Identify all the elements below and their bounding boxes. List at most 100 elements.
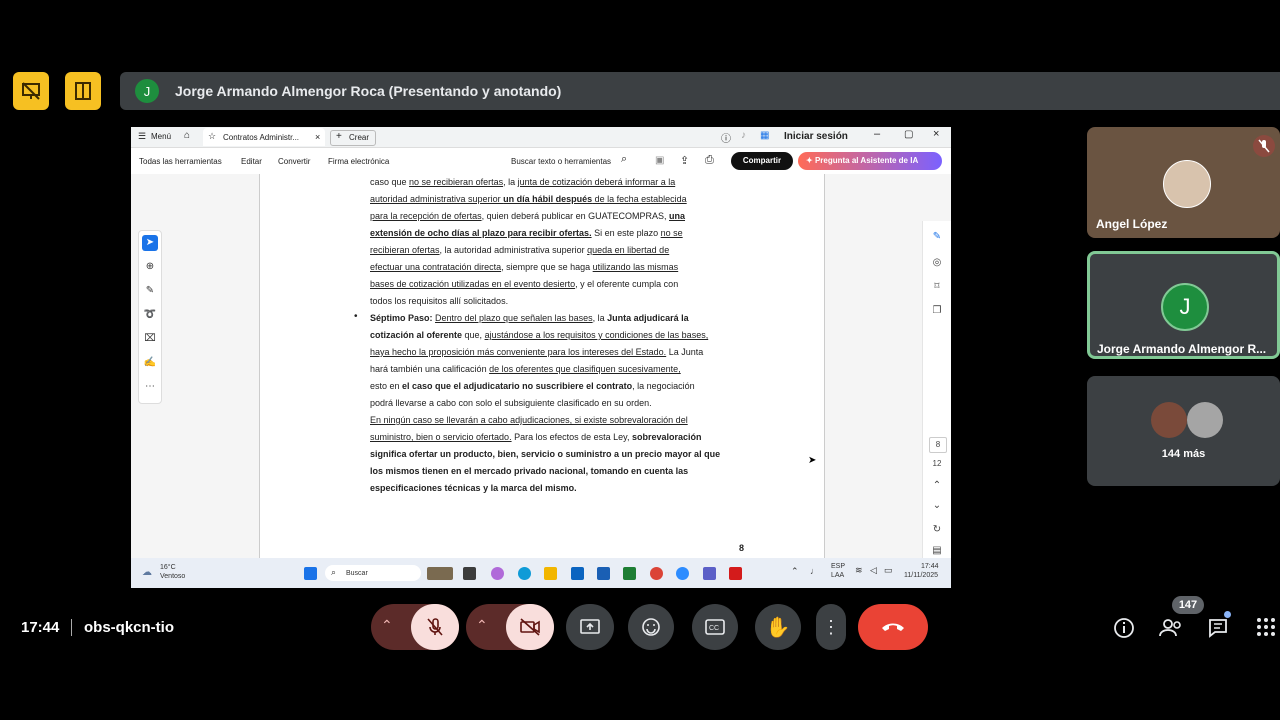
layout-icon-button[interactable] [65, 72, 101, 110]
edit-doc-icon[interactable]: ✎ [929, 230, 945, 244]
camera-toggle-button[interactable] [506, 604, 554, 650]
pages-icon[interactable]: ❐ [929, 304, 945, 318]
weather-icon: ☁ [142, 567, 152, 578]
search-icon[interactable]: ⌕ [621, 153, 627, 166]
acrobat-icon[interactable] [729, 567, 742, 580]
help-icon[interactable]: ⓘ [721, 130, 731, 145]
wifi-icon[interactable]: ≋ [855, 565, 863, 576]
weather-desc[interactable]: Ventoso [160, 573, 185, 580]
meeting-info-button[interactable] [1113, 617, 1135, 644]
bell-icon[interactable]: ♪ [741, 130, 746, 141]
chevron-up-icon[interactable]: ⌃ [929, 479, 945, 493]
text-select-icon[interactable]: ⌧ [142, 331, 158, 347]
apps-grid-icon[interactable]: ▦ [760, 130, 769, 141]
ai-assistant-button[interactable]: ✦ Pregunta al Asistente de IA [798, 152, 942, 170]
save-icon[interactable]: ▣ [655, 155, 664, 166]
refresh-icon[interactable]: ↻ [929, 523, 945, 537]
mail-icon[interactable] [597, 567, 610, 580]
presentation-off-icon [22, 82, 40, 100]
lasso-icon[interactable]: ➰ [142, 307, 158, 323]
people-button[interactable] [1158, 617, 1184, 644]
tab-document[interactable]: ☆ Contratos Administr... × [203, 128, 325, 146]
chrome-icon[interactable] [650, 567, 663, 580]
doc-text-run: Para los efectos de esta Ley, [511, 432, 632, 442]
search-tools-label[interactable]: Buscar texto o herramientas [511, 157, 611, 166]
info-icon [1114, 618, 1134, 638]
reactions-button[interactable] [628, 604, 674, 650]
doc-text-run: , la negociación [632, 381, 695, 391]
outlook-icon[interactable] [571, 567, 584, 580]
participant-tile-angel[interactable]: Angel López [1087, 127, 1280, 238]
page-current[interactable]: 8 [929, 437, 947, 453]
tool-convert[interactable]: Convertir [278, 157, 310, 166]
home-icon[interactable]: ⌂ [184, 130, 190, 141]
camera-options-chevron-icon[interactable]: ⌃ [476, 617, 488, 634]
leave-call-button[interactable] [858, 604, 928, 650]
no-present-icon-button[interactable] [13, 72, 49, 110]
share-button[interactable]: Compartir [731, 152, 793, 170]
task-view-icon[interactable] [463, 567, 476, 580]
tray-chevron-icon[interactable]: ⌃ [791, 566, 799, 577]
tool-all-tools[interactable]: Todas las herramientas [139, 157, 222, 166]
weather-temp[interactable]: 16°C [160, 564, 176, 571]
comment-icon[interactable]: ⊕ [142, 259, 158, 275]
pen-icon[interactable]: ✎ [142, 283, 158, 299]
close-tab-icon[interactable]: × [315, 132, 320, 142]
present-screen-button[interactable] [566, 604, 614, 650]
more-vert-icon: ⋮ [822, 616, 840, 637]
mic-tray-icon[interactable]: ♩ [810, 566, 819, 576]
meeting-time: 17:44 [21, 619, 60, 636]
fill-sign-icon[interactable]: ✍ [142, 355, 158, 371]
doc-text-line: hará también una calificación de los ofe… [370, 364, 744, 375]
volume-icon[interactable]: ◁ [870, 565, 877, 576]
upload-icon[interactable]: ⇪ [680, 154, 689, 167]
signin-link[interactable]: Iniciar sesión [784, 131, 848, 142]
doc-info-icon[interactable]: ▤ [929, 544, 945, 558]
doc-text-run: junta de cotización deberá informar a la [517, 177, 676, 187]
document-viewport[interactable]: caso que no se recibieran ofertas, la ju… [131, 174, 951, 588]
clock-time[interactable]: 17:44 [921, 563, 939, 570]
comment-rail-icon[interactable]: ◎ [929, 256, 945, 270]
maximize-icon[interactable]: ▢ [904, 129, 913, 140]
battery-icon[interactable]: ▭ [884, 565, 893, 576]
taskbar-search-label: Buscar [346, 570, 368, 577]
close-window-icon[interactable]: × [933, 128, 939, 140]
print-icon[interactable]: ⎙ [705, 154, 714, 167]
captions-button[interactable]: CC [692, 604, 738, 650]
mic-toggle-button[interactable] [411, 604, 459, 650]
teams-icon[interactable] [703, 567, 716, 580]
plus-icon: + [336, 131, 342, 142]
file-explorer-icon[interactable] [544, 567, 557, 580]
select-cursor-icon[interactable]: ➤ [142, 235, 158, 251]
participant-tile-jorge[interactable]: J Jorge Armando Almengor R... [1087, 251, 1280, 359]
activities-button[interactable] [1256, 617, 1276, 642]
zoom-app-icon[interactable] [676, 567, 689, 580]
edge-icon[interactable] [518, 567, 531, 580]
taskbar-search[interactable]: ⌕ Buscar [325, 565, 421, 581]
windows-start-icon[interactable] [304, 567, 317, 580]
more-options-button[interactable]: ⋮ [816, 604, 846, 650]
star-icon[interactable]: ☆ [208, 131, 216, 142]
hamburger-icon[interactable]: ☰ [138, 131, 146, 142]
minimize-icon[interactable]: – [874, 128, 880, 140]
chat-button[interactable] [1207, 617, 1231, 644]
widget-icon[interactable] [427, 567, 453, 580]
new-tab-button[interactable]: + Crear [330, 130, 376, 146]
chevron-down-icon[interactable]: ⌄ [929, 499, 945, 513]
mic-options-chevron-icon[interactable]: ⌃ [381, 617, 393, 634]
more-participants-tile[interactable]: 144 más [1087, 376, 1280, 486]
bookmark-icon[interactable]: ⌑ [929, 280, 945, 294]
tool-esign[interactable]: Firma electrónica [328, 157, 389, 166]
tool-edit[interactable]: Editar [241, 157, 262, 166]
doc-text-run: sobrevaloración [631, 432, 702, 442]
clock-date[interactable]: 11/11/2025 [904, 572, 938, 579]
doc-text-run: no se [660, 228, 683, 238]
excel-icon[interactable] [623, 567, 636, 580]
copilot-icon[interactable] [491, 567, 504, 580]
raise-hand-button[interactable]: ✋ [755, 604, 801, 650]
more-tools-icon[interactable]: ⋯ [142, 379, 158, 395]
lang-layout[interactable]: LAA [831, 572, 844, 579]
menu-label[interactable]: Menú [151, 132, 171, 141]
doc-text-line: En ningún caso se llevarán a cabo adjudi… [370, 415, 744, 426]
lang-code[interactable]: ESP [831, 563, 845, 570]
